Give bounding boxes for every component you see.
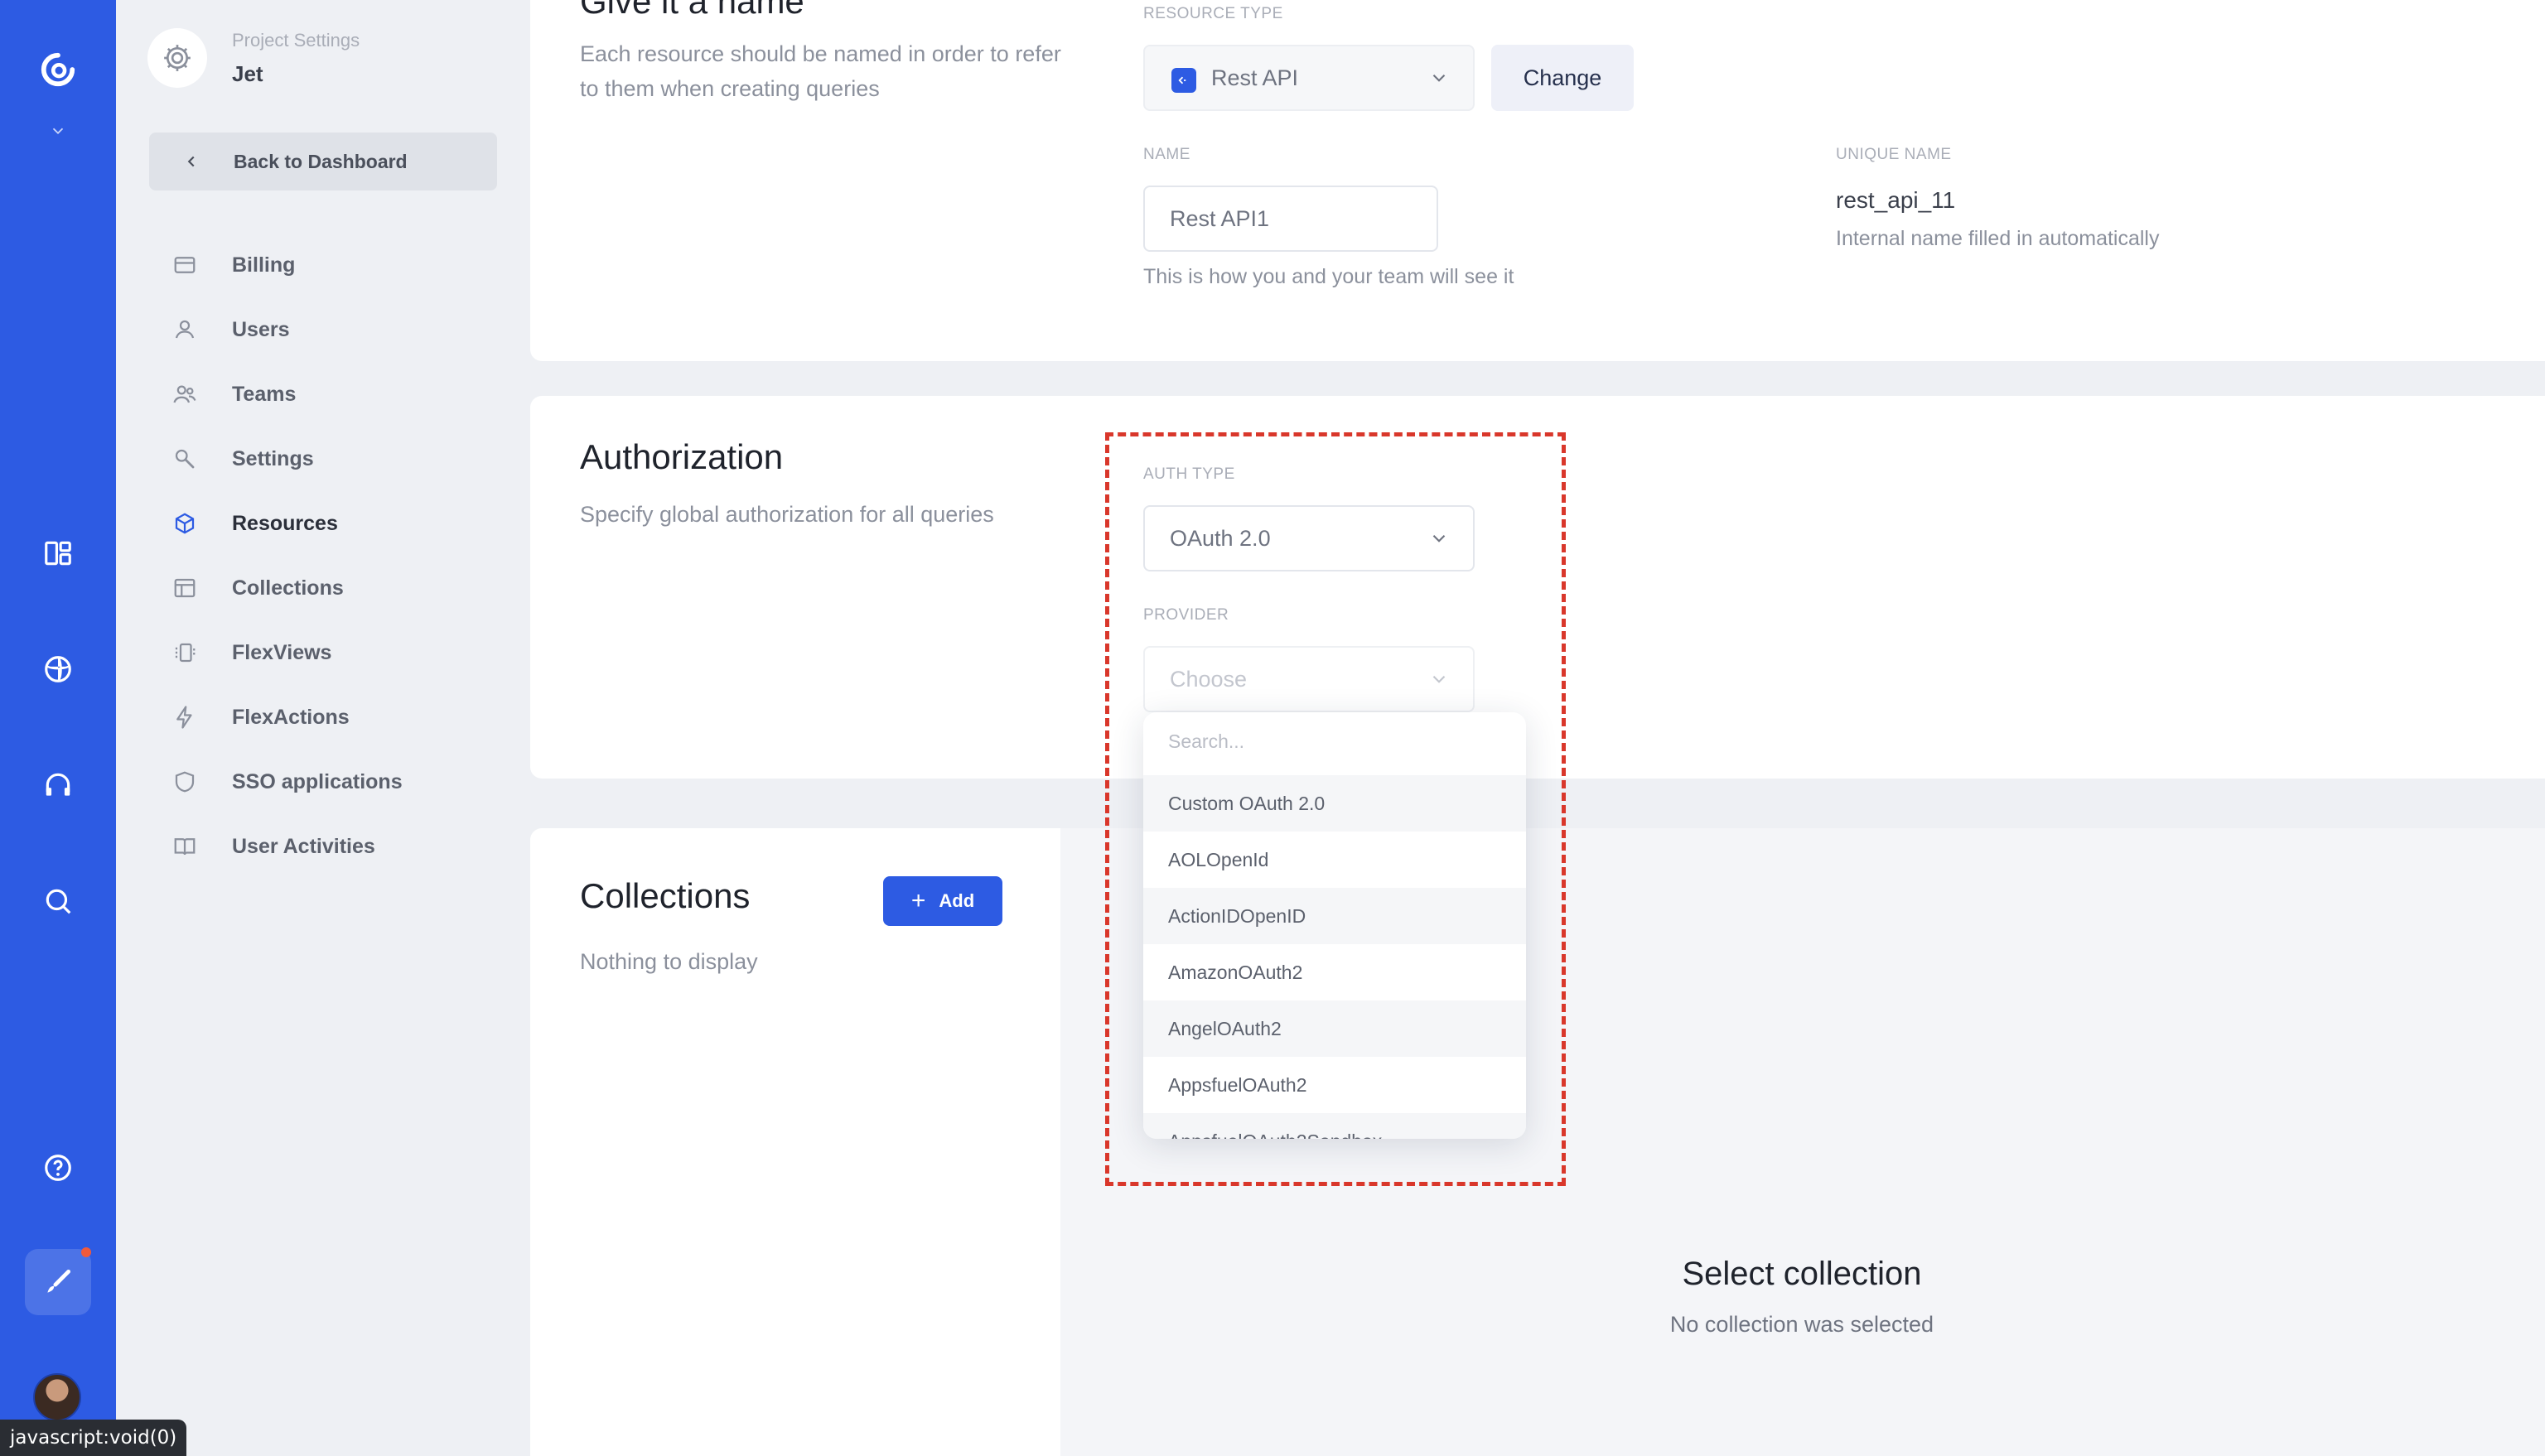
sidebar-item-users[interactable]: Users [166,305,514,354]
sidebar-item-flexactions[interactable]: FlexActions [166,692,514,742]
book-icon [166,827,204,865]
rest-api-icon [1171,68,1196,93]
unique-name-value: rest_api_11 [1836,187,1956,213]
back-to-dashboard-button[interactable]: Back to Dashboard [149,133,497,190]
name-field[interactable]: Rest API1 [1143,186,1438,252]
sidebar-item-label: Billing [232,253,296,277]
globe-icon[interactable] [33,644,83,694]
back-to-dashboard-label: Back to Dashboard [234,150,408,172]
sidebar-item-teams[interactable]: Teams [166,369,514,419]
add-collection-button[interactable]: + Add [883,876,1002,926]
chevron-down-icon [1432,74,1446,82]
name-hint: This is how you and your team will see i… [1143,265,1514,288]
authorization-description: Specify global authorization for all que… [580,502,994,527]
wrench-icon [166,440,204,478]
card-icon [166,246,204,284]
sidebar-item-label: Collections [232,576,344,600]
status-bar-url: javascript:void(0) [0,1420,187,1456]
sidebar-item-flexviews[interactable]: FlexViews [166,628,514,677]
sidebar-item-label: User Activities [232,834,375,858]
name-section-description: Each resource should be named in order t… [580,41,1061,101]
name-label: NAME [1143,146,1190,163]
sidebar-item-resources[interactable]: Resources [166,499,514,548]
name-value: Rest API1 [1170,205,1270,231]
sidebar-item-label: Teams [232,382,297,406]
avatar[interactable] [33,1373,81,1421]
select-collection-title: Select collection [1682,1256,1922,1292]
app-rail [0,0,116,1456]
collections-empty-text: Nothing to display [580,949,758,974]
app-logo-icon[interactable] [33,45,83,94]
name-section-title: Give it a name [580,0,804,21]
sidebar-item-label: Users [232,317,290,341]
gear-icon [147,28,207,88]
add-label: Add [939,890,975,911]
sidebar-item-sso[interactable]: SSO applications [166,757,514,807]
support-icon[interactable] [33,760,83,810]
sidebar-item-billing[interactable]: Billing [166,240,514,290]
search-icon[interactable] [33,876,83,926]
user-icon [166,311,204,349]
team-icon [166,375,204,413]
collections-title: Collections [580,876,751,915]
authorization-title: Authorization [580,437,784,476]
cube-icon [166,504,204,542]
change-button[interactable]: Change [1491,45,1634,111]
brush-icon [33,1257,83,1307]
dashboard-icon[interactable] [33,528,83,578]
sidebar-item-user-activities[interactable]: User Activities [166,822,514,871]
select-collection-subtitle: No collection was selected [1669,1312,1934,1337]
chevron-down-icon[interactable] [33,106,83,156]
flexviews-icon [166,634,204,672]
highlight-box [1105,432,1566,1186]
resource-type-value: Rest API [1211,65,1299,90]
plus-icon: + [910,887,926,914]
chevron-left-icon [182,150,205,173]
resource-type-label: RESOURCE TYPE [1143,5,1283,22]
sidebar-item-label: Settings [232,446,314,470]
shield-icon [166,763,204,801]
resource-type-select[interactable]: Rest API [1143,45,1475,111]
lightning-icon [166,698,204,736]
sidebar-item-label: FlexViews [232,640,332,664]
project-name: Jet [232,61,263,86]
unique-name-label: UNIQUE NAME [1836,146,1952,163]
sidebar-item-label: FlexActions [232,705,350,729]
sidebar-item-collections[interactable]: Collections [166,563,514,613]
project-settings-label: Project Settings [232,30,360,51]
notification-dot [81,1247,91,1257]
unique-name-hint: Internal name filled in automatically [1836,227,2160,250]
sidebar-item-label: SSO applications [232,769,403,793]
sidebar-item-settings[interactable]: Settings [166,434,514,484]
sidebar-item-label: Resources [232,511,338,535]
help-icon[interactable] [33,1143,83,1193]
table-icon [166,569,204,607]
